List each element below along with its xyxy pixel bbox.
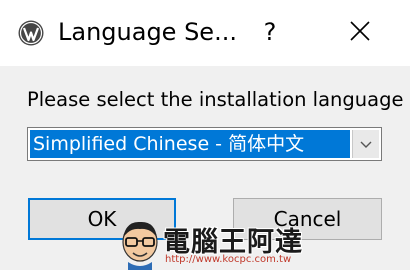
language-select-value: Simplified Chinese - 简体中文 [30,130,350,158]
watermark-url: http://www.kocpc.com.tw [165,254,292,265]
language-select[interactable]: Simplified Chinese - 简体中文 [27,127,382,161]
help-button[interactable]: ? [248,12,292,52]
chevron-down-icon [360,141,372,148]
close-icon [350,21,370,41]
title-bar: Language Se... ? [0,0,410,66]
window-title: Language Se... [58,18,237,46]
mascot-face-icon [122,221,158,270]
watermark: 電腦王阿達 http://www.kocpc.com.tw [118,218,302,270]
close-button[interactable] [337,12,383,52]
select-dropdown-button[interactable] [352,130,379,158]
language-prompt: Please select the installation language [27,88,404,111]
wordpress-icon [18,20,44,46]
